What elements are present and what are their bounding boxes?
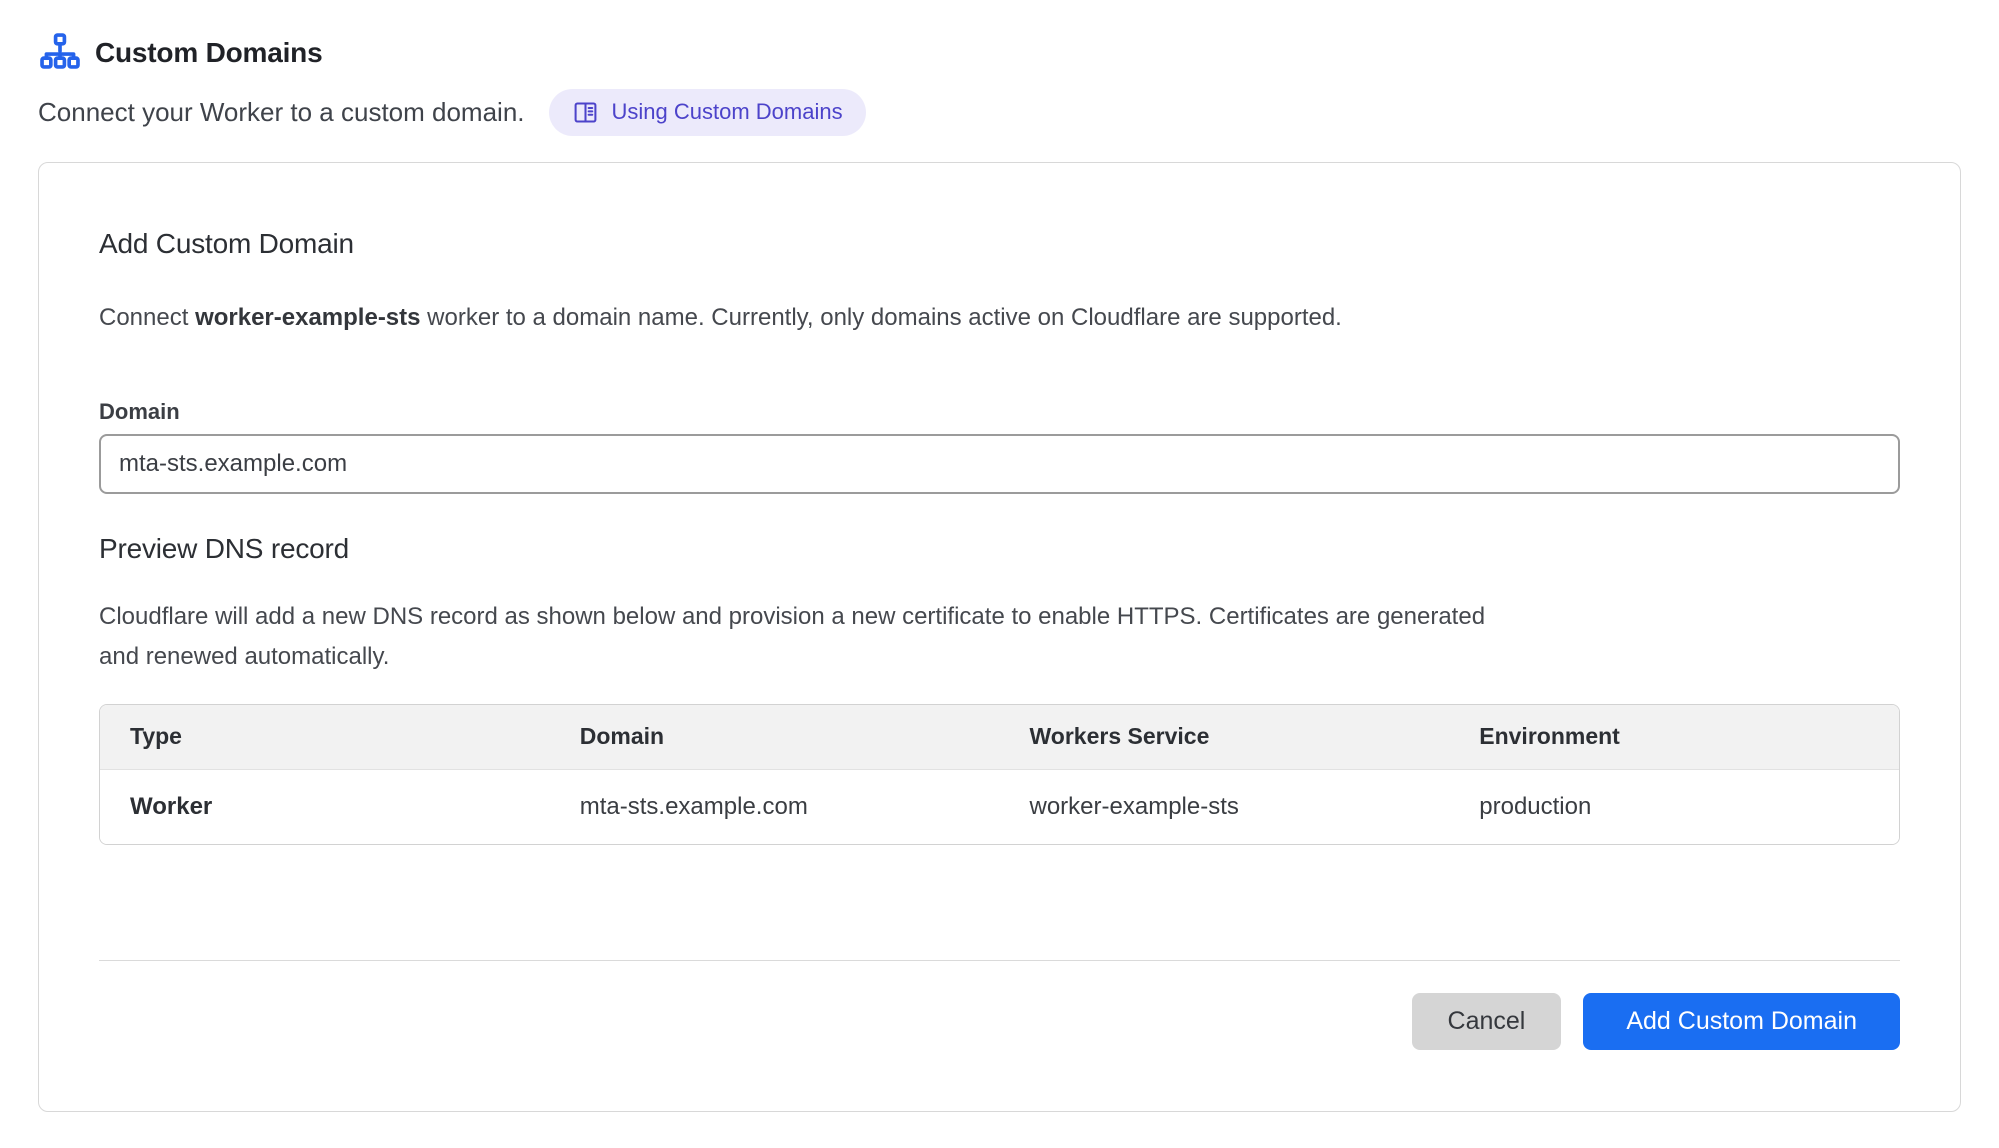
custom-domains-page: Custom Domains Connect your Worker to a … — [0, 0, 1999, 1148]
preview-dns-record-heading: Preview DNS record — [99, 532, 1900, 566]
sitemap-icon — [38, 31, 82, 75]
worker-name: worker-example-sts — [195, 304, 420, 331]
form-description: Connect worker-example-sts worker to a d… — [99, 301, 1900, 335]
preview-description: Cloudflare will add a new DNS record as … — [99, 597, 1519, 677]
cell-type: Worker — [100, 769, 550, 844]
card-actions: Cancel Add Custom Domain — [99, 993, 1900, 1050]
cell-domain: mta-sts.example.com — [550, 769, 1000, 844]
domain-field-label: Domain — [99, 399, 1900, 425]
add-custom-domain-card: Add Custom Domain Connect worker-example… — [38, 162, 1961, 1112]
page-title: Custom Domains — [95, 37, 322, 69]
page-subtitle: Connect your Worker to a custom domain. — [38, 97, 525, 128]
add-custom-domain-button[interactable]: Add Custom Domain — [1583, 993, 1900, 1050]
column-header-type: Type — [100, 705, 550, 769]
table-header-row: Type Domain Workers Service Environment — [100, 705, 1899, 769]
column-header-domain: Domain — [550, 705, 1000, 769]
docs-link-label: Using Custom Domains — [612, 99, 843, 125]
column-header-workers-service: Workers Service — [1000, 705, 1450, 769]
page-header: Custom Domains — [38, 30, 1961, 76]
cell-environment: production — [1449, 769, 1899, 844]
cell-workers-service: worker-example-sts — [1000, 769, 1450, 844]
add-custom-domain-heading: Add Custom Domain — [99, 227, 1900, 261]
domain-input[interactable] — [99, 434, 1900, 494]
open-book-icon — [572, 99, 599, 126]
docs-link-using-custom-domains[interactable]: Using Custom Domains — [549, 89, 866, 136]
table-row: Worker mta-sts.example.com worker-exampl… — [100, 769, 1899, 844]
form-description-suffix: worker to a domain name. Currently, only… — [421, 304, 1342, 331]
page-subhead: Connect your Worker to a custom domain. … — [38, 88, 1961, 136]
cancel-button[interactable]: Cancel — [1412, 993, 1562, 1050]
dns-preview-table: Type Domain Workers Service Environment … — [99, 704, 1900, 845]
column-header-environment: Environment — [1449, 705, 1899, 769]
form-description-prefix: Connect — [99, 304, 195, 331]
footer-divider — [99, 960, 1900, 961]
